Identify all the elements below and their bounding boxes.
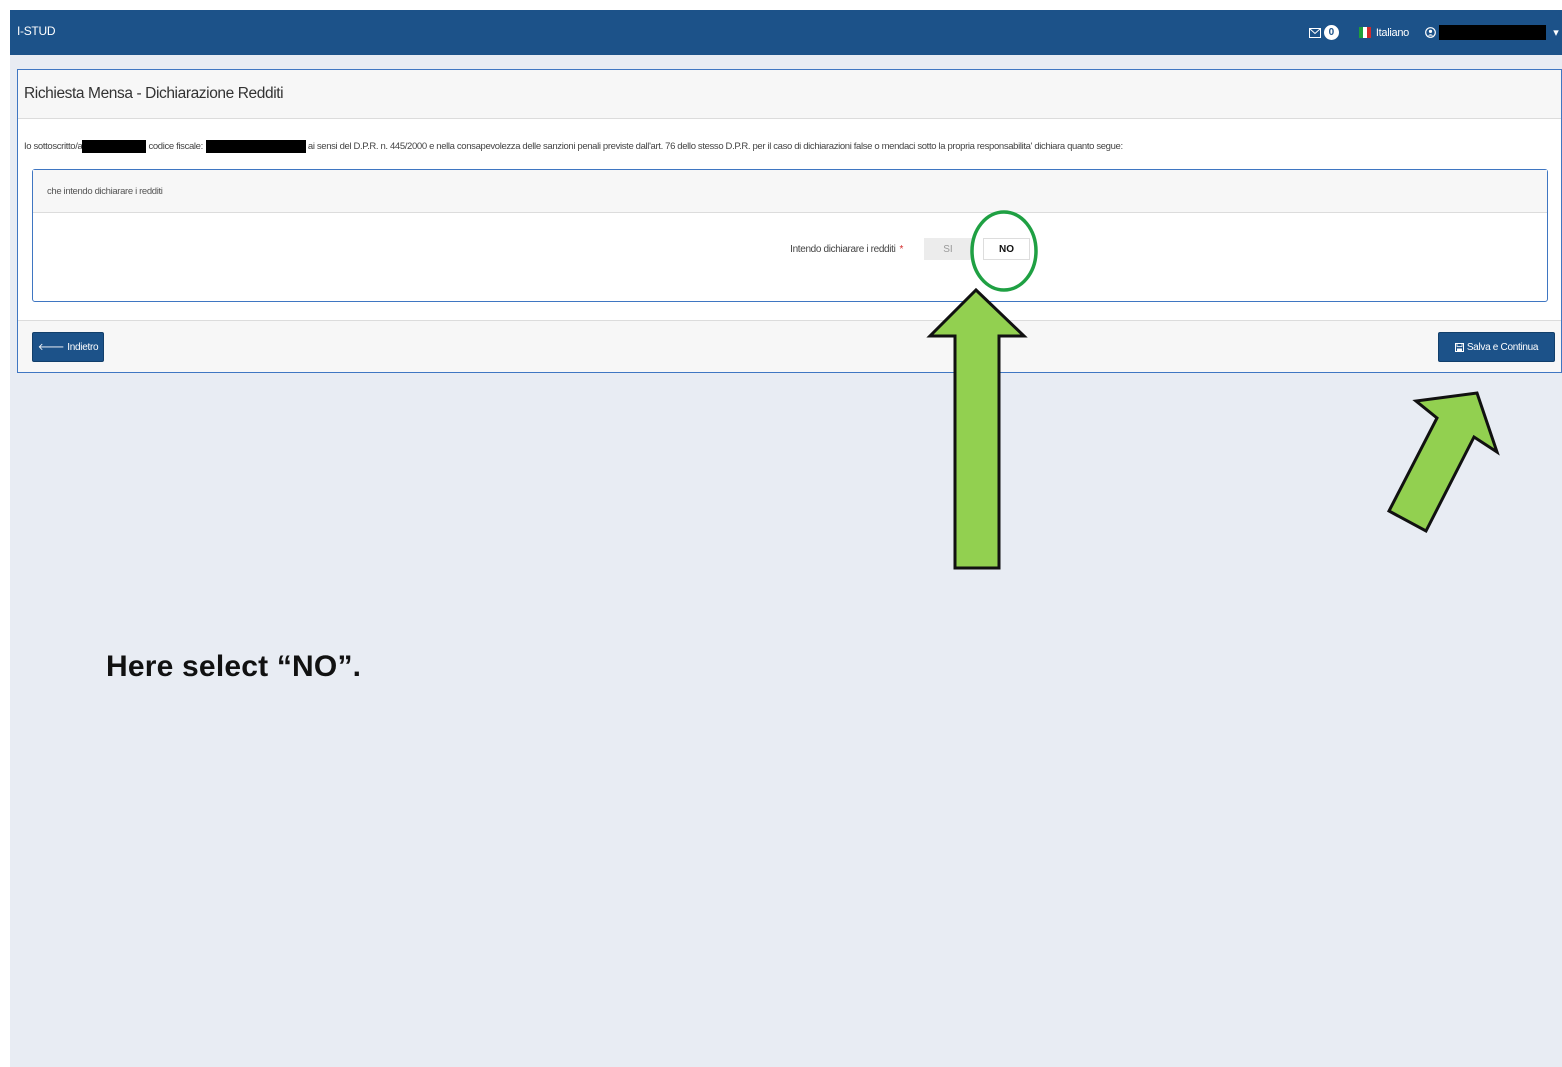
page-title: Richiesta Mensa - Dichiarazione Redditi (24, 85, 284, 102)
declare-income-label: Intendo dichiarare i redditi * (790, 244, 903, 255)
instruction-text: Here select “NO”. (106, 650, 362, 683)
tutorial-screenshot: I-STUD 0 Italiano ▾ Richiesta Mensa - Di… (0, 0, 1562, 1067)
language-selector[interactable]: Italiano (1376, 27, 1409, 39)
income-section: che intendo dichiarare i redditi Intendo… (32, 169, 1548, 302)
declaration-body: ai sensi del D.P.R. n. 445/2000 e nella … (307, 141, 1123, 152)
floppy-disk-icon (1454, 342, 1464, 352)
main-panel: Richiesta Mensa - Dichiarazione Redditi … (17, 69, 1562, 373)
save-and-continue-button[interactable]: Salva e Continua (1438, 332, 1555, 362)
envelope-icon[interactable] (1308, 27, 1321, 38)
fiscal-code-label: codice fiscale: (148, 141, 203, 152)
declaration-text: Io sottoscritto/a codice fiscale: ai sen… (24, 140, 1123, 153)
back-button[interactable]: 🡐 Indietro (32, 332, 104, 362)
name-redacted (82, 140, 147, 153)
notification-count-badge[interactable]: 0 (1323, 25, 1339, 40)
panel-footer: 🡐 Indietro Salva e Continua (18, 320, 1561, 372)
fiscal-code-redacted (205, 140, 306, 153)
save-button-label: Salva e Continua (1466, 341, 1539, 353)
arrow-left-icon: 🡐 (37, 342, 65, 353)
declare-income-label-text: Intendo dichiarare i redditi (790, 244, 896, 255)
username-redacted[interactable] (1439, 25, 1546, 40)
top-navbar: I-STUD 0 Italiano ▾ (10, 10, 1562, 55)
option-si-button[interactable]: SI (924, 238, 972, 260)
back-button-label: Indietro (67, 341, 99, 353)
income-section-title: che intendo dichiarare i redditi (47, 186, 163, 197)
required-asterisk: * (899, 244, 903, 255)
user-icon (1425, 27, 1436, 38)
declaration-prefix: Io sottoscritto/a (24, 141, 83, 152)
income-section-header: che intendo dichiarare i redditi (33, 170, 1547, 213)
option-no-button[interactable]: NO (983, 238, 1030, 260)
italian-flag-icon (1358, 27, 1371, 38)
brand-label[interactable]: I-STUD (17, 24, 56, 38)
panel-header: Richiesta Mensa - Dichiarazione Redditi (18, 70, 1561, 119)
app-window: I-STUD 0 Italiano ▾ Richiesta Mensa - Di… (10, 10, 1562, 1067)
user-menu-caret-icon[interactable]: ▾ (1550, 26, 1562, 39)
navbar-right-group: 0 Italiano ▾ (1308, 10, 1562, 55)
